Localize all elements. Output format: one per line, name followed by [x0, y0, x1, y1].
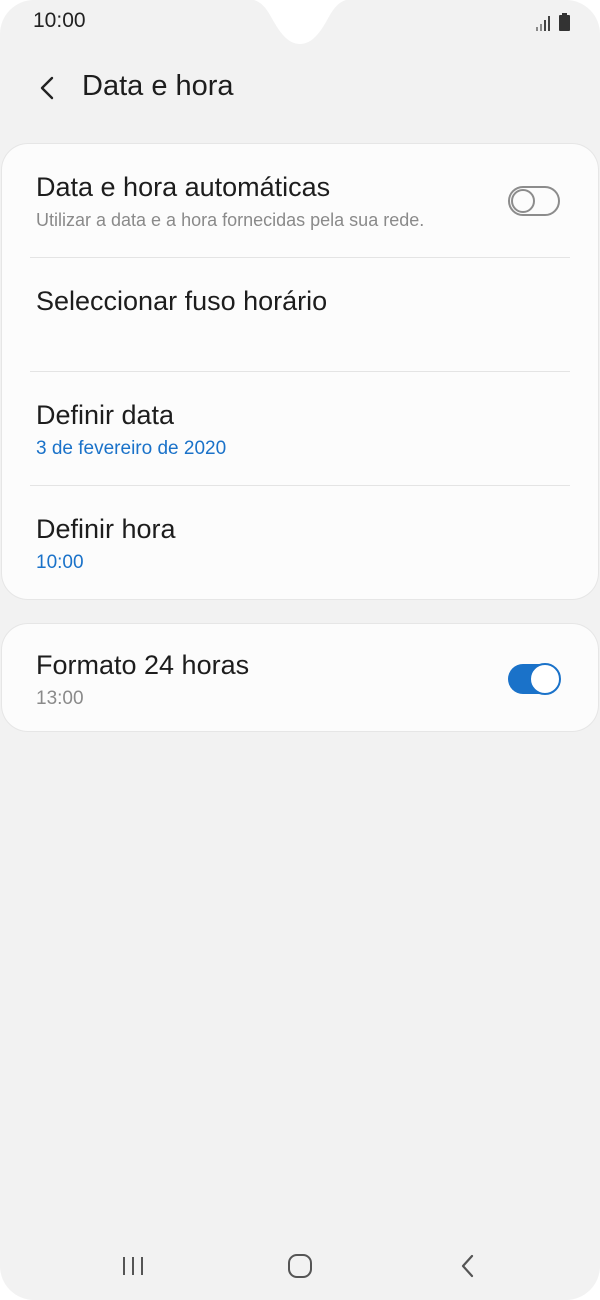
setting-value: 13:00: [36, 688, 84, 709]
system-nav-bar: [0, 1236, 600, 1296]
setting-title: Formato 24 horas: [36, 650, 250, 680]
setting-timezone[interactable]: Seleccionar fuso horário: [2, 258, 598, 372]
format-24h-toggle[interactable]: [508, 663, 561, 695]
setting-title: Seleccionar fuso horário: [36, 286, 328, 316]
setting-title: Data e hora automáticas: [36, 172, 331, 202]
battery-icon: [559, 13, 570, 31]
chevron-left-icon: [40, 76, 54, 100]
setting-subtitle: Utilizar a data e a hora fornecidas pela…: [36, 210, 425, 230]
home-button[interactable]: [260, 1236, 340, 1296]
setting-value: 3 de fevereiro de 2020: [36, 438, 227, 459]
settings-card-main: Data e hora automáticas Utilizar a data …: [2, 144, 598, 599]
home-icon: [288, 1254, 312, 1278]
recents-icon: [123, 1257, 143, 1275]
app-header: Data e hora: [0, 60, 600, 116]
settings-card-format: Formato 24 horas 13:00: [2, 624, 598, 731]
phone-screen: 10:00 Data e hora Data e hora automática…: [0, 0, 600, 1300]
setting-set-time[interactable]: Definir hora 10:00: [2, 486, 598, 600]
setting-auto-datetime[interactable]: Data e hora automáticas Utilizar a data …: [2, 144, 598, 258]
page-title: Data e hora: [82, 70, 234, 102]
setting-title: Definir hora: [36, 514, 176, 544]
camera-notch: [253, 0, 347, 44]
setting-format-24h[interactable]: Formato 24 horas 13:00: [2, 624, 598, 731]
recents-button[interactable]: [93, 1236, 173, 1296]
toggle-knob: [529, 663, 561, 695]
setting-value: 10:00: [36, 552, 84, 573]
back-icon: [461, 1254, 474, 1278]
nav-back-button[interactable]: [428, 1236, 508, 1296]
status-bar: 10:00: [0, 0, 600, 44]
setting-title: Definir data: [36, 400, 175, 430]
status-time: 10:00: [33, 9, 86, 32]
signal-icon: [536, 16, 550, 31]
back-button[interactable]: [24, 64, 72, 112]
status-icons: [536, 11, 570, 31]
auto-datetime-toggle[interactable]: [508, 186, 560, 216]
setting-set-date[interactable]: Definir data 3 de fevereiro de 2020: [2, 372, 598, 486]
toggle-knob: [511, 189, 535, 213]
